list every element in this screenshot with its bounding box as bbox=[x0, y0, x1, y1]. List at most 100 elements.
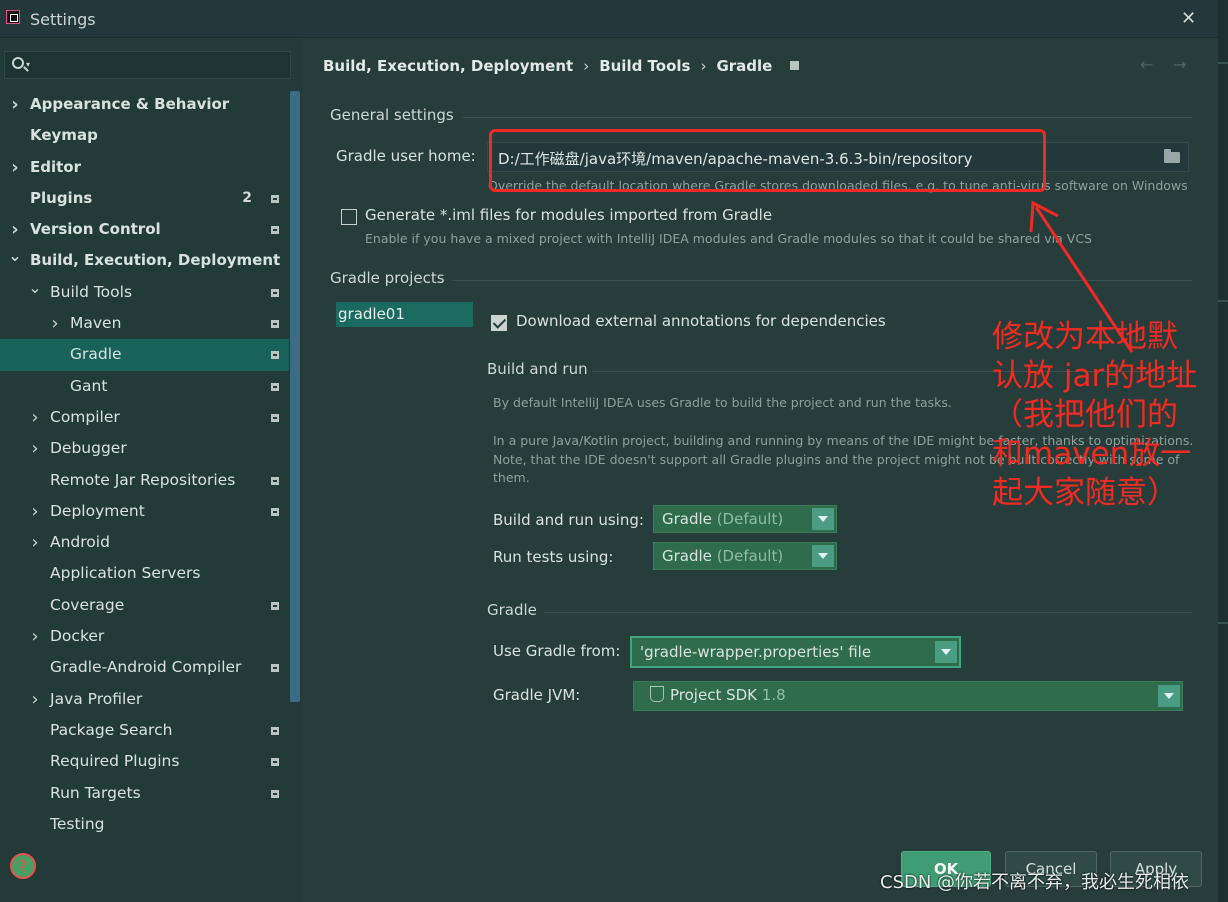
chevron-right-icon[interactable]: › bbox=[28, 684, 42, 715]
gradle-jvm-label: Gradle JVM: bbox=[493, 686, 581, 704]
sidebar-item-label: Java Profiler bbox=[50, 689, 143, 708]
breadcrumb: Build, Execution, Deployment › Build Tools… bbox=[323, 57, 800, 75]
sidebar-item-label: Maven bbox=[70, 314, 122, 333]
generate-iml-checkbox[interactable] bbox=[341, 209, 357, 225]
sidebar-item-testing[interactable]: Testing bbox=[0, 809, 289, 840]
project-level-icon bbox=[271, 194, 279, 203]
use-gradle-from-dropdown[interactable]: 'gradle-wrapper.properties' file bbox=[630, 636, 961, 668]
run-tests-using-dropdown[interactable]: Gradle (Default) bbox=[653, 542, 837, 570]
sidebar-item-build-tools[interactable]: ⌄ Build Tools bbox=[0, 277, 289, 308]
sidebar-item-label: Run Targets bbox=[50, 783, 141, 802]
build-run-using-label: Build and run using: bbox=[493, 511, 644, 529]
cancel-button[interactable]: Cancel bbox=[1005, 851, 1097, 887]
sidebar-item-label: Build, Execution, Deployment bbox=[30, 251, 281, 270]
sidebar-item-appearance-behavior[interactable]: › Appearance & Behavior bbox=[0, 89, 289, 120]
sidebar-item-build-execution-deployment[interactable]: ⌄ Build, Execution, Deployment bbox=[0, 245, 289, 276]
sidebar-item-docker[interactable]: › Docker bbox=[0, 621, 289, 652]
sidebar-item-remote-jar-repositories[interactable]: Remote Jar Repositories bbox=[0, 465, 289, 496]
gradle-jvm-dropdown[interactable]: Project SDK 1.8 bbox=[633, 681, 1183, 711]
folder-icon[interactable] bbox=[1164, 149, 1180, 163]
help-icon[interactable]: ? bbox=[10, 853, 36, 879]
chevron-down-icon[interactable] bbox=[935, 641, 957, 663]
sidebar-item-label: Keymap bbox=[30, 126, 98, 145]
project-level-icon bbox=[271, 413, 279, 422]
chevron-down-icon[interactable] bbox=[812, 545, 834, 567]
sidebar-item-label: Appearance & Behavior bbox=[30, 95, 230, 113]
settings-search-input[interactable]: ▾ bbox=[4, 51, 291, 79]
project-item-gradle01[interactable]: gradle01 bbox=[336, 302, 473, 327]
chevron-right-icon[interactable]: › bbox=[28, 433, 42, 464]
gradle-jvm-value: Project SDK bbox=[670, 686, 757, 704]
sidebar-item-maven[interactable]: › Maven bbox=[0, 308, 289, 339]
sidebar-scrollbar[interactable] bbox=[290, 91, 300, 702]
run-tests-using-value: Gradle bbox=[662, 547, 712, 565]
build-run-using-dropdown[interactable]: Gradle (Default) bbox=[653, 505, 837, 533]
ok-button[interactable]: OK bbox=[901, 851, 991, 887]
chevron-right-icon[interactable]: › bbox=[28, 527, 42, 558]
project-level-icon bbox=[271, 507, 279, 516]
divider bbox=[452, 280, 1192, 281]
chevron-right-icon[interactable]: › bbox=[28, 402, 42, 433]
gradle-user-home-value: D:/工作磁盘/java环境/maven/apache-maven-3.6.3-… bbox=[498, 150, 973, 168]
forward-arrow-icon[interactable]: → bbox=[1173, 55, 1186, 74]
breadcrumb-current: Gradle bbox=[716, 57, 773, 75]
sidebar-item-label: Package Search bbox=[50, 720, 173, 739]
download-annotations-checkbox[interactable] bbox=[491, 315, 507, 331]
sidebar-item-android[interactable]: › Android bbox=[0, 527, 289, 558]
chevron-right-icon[interactable]: › bbox=[28, 496, 42, 527]
gradle-projects-list: gradle01 bbox=[336, 302, 473, 327]
gradle-heading: Gradle bbox=[487, 601, 537, 619]
build-and-run-heading: Build and run bbox=[487, 360, 588, 378]
project-level-icon bbox=[271, 351, 279, 360]
sidebar-item-gradle[interactable]: Gradle bbox=[0, 339, 289, 371]
sidebar-item-debugger[interactable]: › Debugger bbox=[0, 433, 289, 464]
project-level-icon bbox=[271, 320, 279, 329]
project-level-icon bbox=[271, 726, 279, 735]
sidebar-item-gradle-android-compiler[interactable]: Gradle-Android Compiler bbox=[0, 652, 289, 683]
back-arrow-icon[interactable]: ← bbox=[1140, 55, 1153, 74]
chevron-down-icon[interactable] bbox=[1158, 685, 1180, 707]
sidebar-item-label: Gradle bbox=[70, 345, 122, 364]
gradle-projects-heading: Gradle projects bbox=[330, 269, 445, 287]
sidebar-item-coverage[interactable]: Coverage bbox=[0, 590, 289, 621]
gradle-user-home-hint: Override the default location where Grad… bbox=[488, 178, 1188, 193]
sidebar-item-label: Editor bbox=[30, 157, 81, 176]
chevron-down-icon[interactable] bbox=[812, 508, 834, 530]
sidebar-item-compiler[interactable]: › Compiler bbox=[0, 402, 289, 433]
breadcrumb-part[interactable]: Build Tools bbox=[599, 57, 690, 75]
chevron-down-icon[interactable]: ⌄ bbox=[28, 272, 42, 303]
sidebar-item-application-servers[interactable]: Application Servers bbox=[0, 558, 289, 589]
generate-iml-label[interactable]: Generate *.iml files for modules importe… bbox=[365, 206, 772, 224]
sidebar-item-label: Android bbox=[50, 533, 110, 552]
breadcrumb-part[interactable]: Build, Execution, Deployment bbox=[323, 57, 573, 75]
project-level-icon bbox=[790, 61, 800, 70]
sidebar-item-plugins[interactable]: Plugins 2 bbox=[0, 183, 289, 214]
chevron-right-icon[interactable]: › bbox=[48, 308, 62, 339]
chevron-right-icon[interactable]: › bbox=[8, 152, 22, 183]
sidebar-item-package-search[interactable]: Package Search bbox=[0, 715, 289, 746]
chevron-right-icon[interactable]: › bbox=[28, 621, 42, 652]
apply-button[interactable]: Apply bbox=[1110, 851, 1202, 887]
sidebar-item-keymap[interactable]: Keymap bbox=[0, 120, 289, 151]
divider bbox=[592, 371, 1192, 372]
download-annotations-label[interactable]: Download external annotations for depend… bbox=[516, 312, 886, 330]
close-icon[interactable]: ✕ bbox=[1181, 8, 1196, 29]
sidebar-item-label: Debugger bbox=[50, 439, 127, 458]
general-settings-heading: General settings bbox=[330, 106, 454, 124]
intellij-logo-icon bbox=[6, 10, 20, 24]
chevron-down-icon[interactable]: ⌄ bbox=[8, 240, 22, 271]
project-level-icon bbox=[271, 288, 279, 297]
sidebar-item-label: Coverage bbox=[50, 595, 125, 614]
sidebar-item-gant[interactable]: Gant bbox=[0, 371, 289, 402]
sidebar-item-deployment[interactable]: › Deployment bbox=[0, 496, 289, 527]
gradle-user-home-field[interactable]: D:/工作磁盘/java环境/maven/apache-maven-3.6.3-… bbox=[487, 142, 1189, 172]
update-count-badge: 2 bbox=[242, 189, 252, 206]
chevron-right-icon[interactable]: › bbox=[8, 89, 22, 120]
sidebar-item-version-control[interactable]: › Version Control bbox=[0, 214, 289, 245]
sidebar-item-editor[interactable]: › Editor bbox=[0, 152, 289, 183]
generate-iml-hint: Enable if you have a mixed project with … bbox=[365, 231, 1092, 246]
sidebar-item-run-targets[interactable]: Run Targets bbox=[0, 778, 289, 809]
gradle-jvm-version: 1.8 bbox=[761, 686, 786, 704]
sidebar-item-java-profiler[interactable]: › Java Profiler bbox=[0, 684, 289, 715]
sidebar-item-required-plugins[interactable]: Required Plugins bbox=[0, 746, 289, 777]
